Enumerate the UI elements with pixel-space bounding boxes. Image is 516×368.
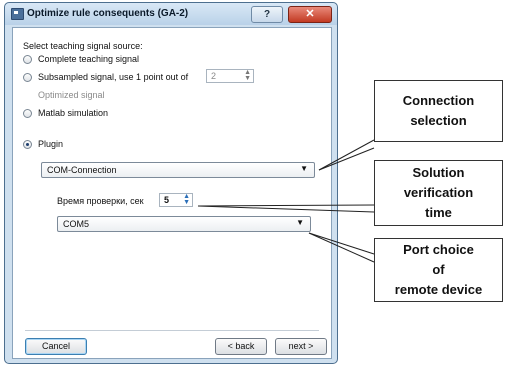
callout-connection-line1: Connection: [402, 93, 475, 108]
callout-verification-line2: verification: [403, 185, 474, 200]
callout-port-line3: remote device: [394, 282, 483, 297]
callout-port-line2: of: [432, 262, 445, 277]
callout-connection-selection: Connection selection: [374, 80, 503, 142]
callout-connection-line2: selection: [410, 113, 467, 128]
callout-verification-time: Solution verification time: [374, 160, 503, 226]
callout-verification-line3: time: [425, 205, 452, 220]
callout-verification-line1: Solution: [412, 165, 465, 180]
callout-port-line1: Port choice: [403, 242, 474, 257]
callout-port-choice: Port choice of remote device: [374, 238, 503, 302]
